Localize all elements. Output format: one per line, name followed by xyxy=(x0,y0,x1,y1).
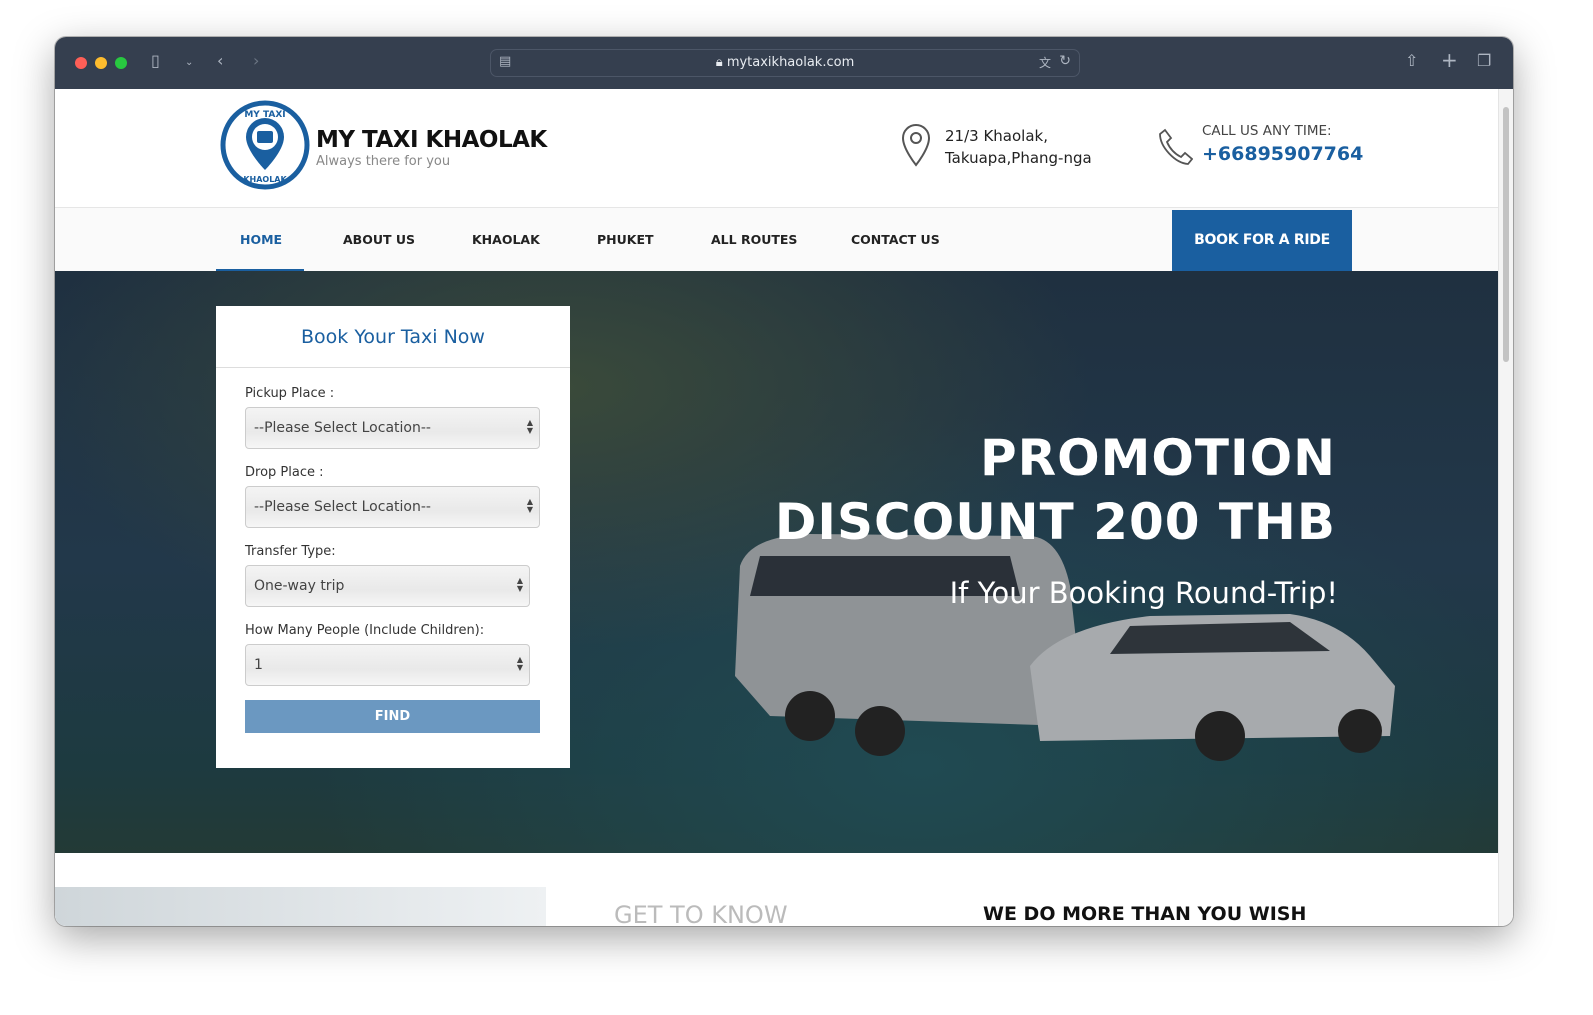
brand-name: MY TAXI KHAOLAK xyxy=(316,127,547,153)
booking-form: Book Your Taxi Now Pickup Place : --Plea… xyxy=(216,306,570,768)
find-button[interactable]: FIND xyxy=(245,700,540,733)
phone-icon xyxy=(1159,128,1193,165)
browser-window: ▯ ⌄ ‹ › ▤ 🔒︎ mytaxikhaolak.com ⽂ ↻ ⇧ + ❐… xyxy=(55,37,1513,926)
forward-icon[interactable]: › xyxy=(253,51,259,70)
booking-title: Book Your Taxi Now xyxy=(216,306,570,368)
we-do-more-heading: WE DO MORE THAN YOU WISH xyxy=(983,903,1307,925)
share-icon[interactable]: ⇧ xyxy=(1405,51,1418,70)
location-pin-icon xyxy=(901,123,931,167)
people-value: 1 xyxy=(254,657,263,673)
promo-title: PROMOTION xyxy=(980,429,1336,487)
web-page: MY TAXI KHAOLAK MY TAXI KHAOLAK Always t… xyxy=(55,89,1498,926)
people-select[interactable]: 1 ▲ ▼ xyxy=(245,644,530,686)
address-line: 21/3 Khaolak, xyxy=(945,127,1048,145)
chevron-down-icon[interactable]: ⌄ xyxy=(185,57,193,68)
svg-text:KHAOLAK: KHAOLAK xyxy=(243,175,287,184)
drop-label: Drop Place : xyxy=(245,465,324,480)
transfer-label: Transfer Type: xyxy=(245,544,336,559)
address-bar[interactable]: ▤ 🔒︎ mytaxikhaolak.com ⽂ ↻ xyxy=(490,49,1080,77)
scrollbar[interactable] xyxy=(1498,89,1513,926)
nav-about-us[interactable]: ABOUT US xyxy=(343,232,415,247)
tabs-overview-icon[interactable]: ❐ xyxy=(1477,51,1491,70)
back-icon[interactable]: ‹ xyxy=(217,51,223,70)
transfer-value: One-way trip xyxy=(254,578,345,594)
pickup-value: --Please Select Location-- xyxy=(254,420,431,436)
promo-subtitle: If Your Booking Round-Trip! xyxy=(949,576,1338,610)
minimize-window-button[interactable] xyxy=(95,57,107,69)
address: 21/3 Khaolak, Takuapa,Phang-nga xyxy=(945,125,1092,169)
translate-icon[interactable]: ⽂ xyxy=(1039,54,1051,71)
select-arrows-icon: ▲ ▼ xyxy=(516,655,523,672)
about-section: GET TO KNOW WE DO MORE THAN YOU WISH xyxy=(55,853,1498,926)
promo-discount: DISCOUNT 200 THB xyxy=(774,493,1336,551)
book-ride-button[interactable]: BOOK FOR A RIDE xyxy=(1172,210,1352,272)
nav-khaolak[interactable]: KHAOLAK xyxy=(472,232,540,247)
select-arrows-icon: ▲ ▼ xyxy=(516,576,523,593)
address-line: Takuapa,Phang-nga xyxy=(945,149,1092,167)
browser-toolbar: ▯ ⌄ ‹ › ▤ 🔒︎ mytaxikhaolak.com ⽂ ↻ ⇧ + ❐ xyxy=(55,37,1513,89)
nav-all-routes[interactable]: ALL ROUTES xyxy=(711,232,797,247)
close-window-button[interactable] xyxy=(75,57,87,69)
url-text: mytaxikhaolak.com xyxy=(726,55,855,70)
drop-select[interactable]: --Please Select Location-- ▲ ▼ xyxy=(245,486,540,528)
pickup-select[interactable]: --Please Select Location-- ▲ ▼ xyxy=(245,407,540,449)
call-label: CALL US ANY TIME: xyxy=(1202,123,1332,139)
tagline: Always there for you xyxy=(316,154,451,169)
svg-text:MY TAXI: MY TAXI xyxy=(244,110,285,120)
get-to-know-heading: GET TO KNOW xyxy=(614,901,788,926)
palm-image xyxy=(55,887,546,926)
logo[interactable]: MY TAXI KHAOLAK xyxy=(220,100,310,190)
main-nav: HOME ABOUT US KHAOLAK PHUKET ALL ROUTES … xyxy=(55,207,1498,272)
scrollbar-thumb[interactable] xyxy=(1503,107,1509,362)
sidebar-icon[interactable]: ▯ xyxy=(151,51,160,70)
people-label: How Many People (Include Children): xyxy=(245,623,485,638)
select-arrows-icon: ▲ ▼ xyxy=(526,418,533,435)
reload-icon[interactable]: ↻ xyxy=(1059,53,1071,69)
nav-phuket[interactable]: PHUKET xyxy=(597,232,654,247)
phone-number[interactable]: +66895907764 xyxy=(1202,143,1363,165)
hero-banner: PROMOTION DISCOUNT 200 THB If Your Booki… xyxy=(55,271,1498,853)
transfer-select[interactable]: One-way trip ▲ ▼ xyxy=(245,565,530,607)
nav-home[interactable]: HOME xyxy=(240,232,282,247)
drop-value: --Please Select Location-- xyxy=(254,499,431,515)
new-tab-icon[interactable]: + xyxy=(1441,48,1458,72)
zoom-window-button[interactable] xyxy=(115,57,127,69)
select-arrows-icon: ▲ ▼ xyxy=(526,497,533,514)
vehicles-image xyxy=(735,534,1395,761)
nav-contact-us[interactable]: CONTACT US xyxy=(851,232,940,247)
lock-icon: 🔒︎ xyxy=(715,55,723,70)
pickup-label: Pickup Place : xyxy=(245,386,335,401)
